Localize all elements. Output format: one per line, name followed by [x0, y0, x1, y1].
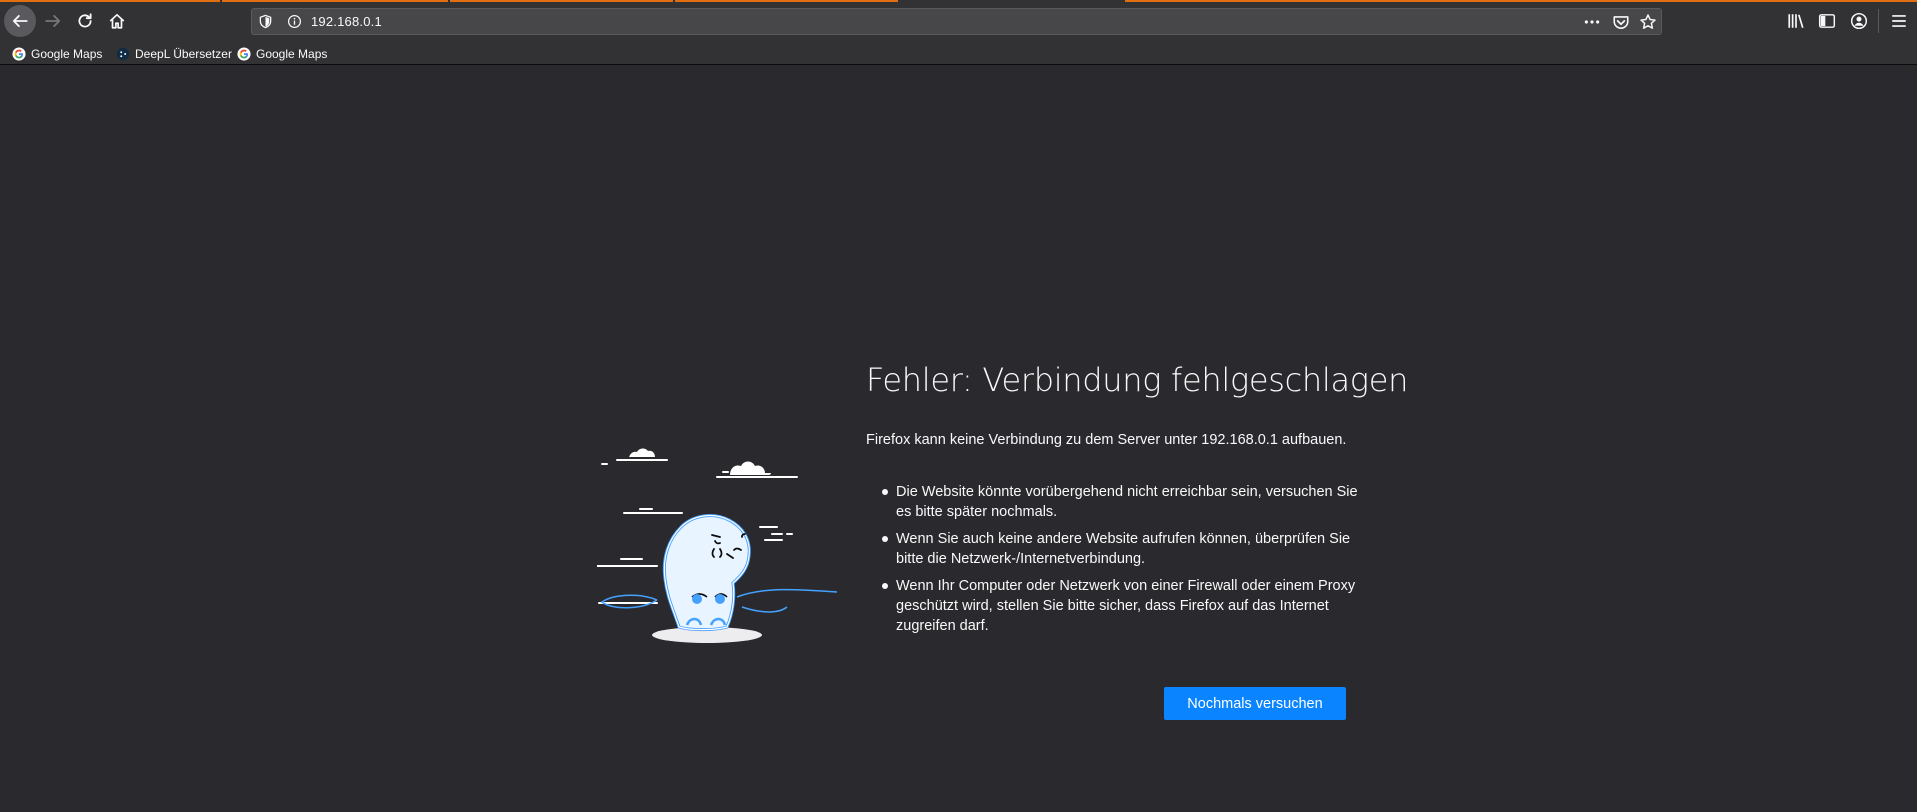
google-icon	[237, 47, 251, 61]
info-icon[interactable]	[287, 14, 302, 29]
tab-indicator	[222, 0, 448, 2]
home-button[interactable]	[101, 5, 133, 37]
hamburger-menu-icon[interactable]	[1890, 12, 1908, 30]
tab-indicator	[450, 0, 673, 2]
dino-character	[662, 514, 751, 632]
more-actions-icon[interactable]	[1583, 13, 1601, 31]
bookmark-label: Google Maps	[256, 47, 328, 61]
url-bar[interactable]: 192.168.0.1	[251, 8, 1662, 35]
reload-button[interactable]	[69, 5, 101, 37]
bookmarks-toolbar: Google Maps DeepL Übersetzer Google Maps	[0, 43, 1917, 65]
pocket-icon[interactable]	[1612, 13, 1630, 31]
list-item: Wenn Sie auch keine andere Website aufru…	[880, 529, 1360, 569]
shield-icon[interactable]	[258, 14, 273, 29]
url-text[interactable]: 192.168.0.1	[311, 14, 382, 29]
forward-button[interactable]	[37, 5, 69, 37]
bookmark-star-icon[interactable]	[1639, 13, 1657, 31]
home-icon	[109, 13, 125, 29]
back-button[interactable]	[4, 5, 36, 37]
bookmark-label: Google Maps	[31, 47, 103, 61]
connection-failure-illustration	[597, 448, 838, 643]
sidebar-icon[interactable]	[1818, 12, 1836, 30]
error-suggestions-list: Die Website könnte vorübergehend nicht e…	[880, 482, 1360, 643]
library-icon[interactable]	[1787, 12, 1805, 30]
google-icon	[12, 47, 26, 61]
page-title: Fehler: Verbindung fehlgeschlagen	[866, 361, 1409, 399]
error-description: Firefox kann keine Verbindung zu dem Ser…	[866, 432, 1347, 448]
forward-arrow-icon	[45, 15, 61, 27]
cloud-illustration	[629, 448, 771, 475]
account-icon[interactable]	[1850, 12, 1868, 30]
navigation-toolbar: 192.168.0.1	[0, 0, 1917, 43]
tab-indicator	[1125, 0, 1917, 2]
back-arrow-icon	[12, 15, 28, 27]
reload-icon	[78, 13, 92, 28]
bookmark-google-maps[interactable]: Google Maps	[237, 45, 327, 63]
retry-button[interactable]: Nochmals versuchen	[1164, 687, 1346, 720]
tab-indicator	[0, 0, 220, 2]
bookmark-deepl[interactable]: DeepL Übersetzer	[116, 45, 232, 63]
list-item: Die Website könnte vorübergehend nicht e…	[880, 482, 1360, 522]
deepl-icon	[116, 47, 130, 61]
tab-indicator	[675, 0, 898, 2]
bookmark-google-maps[interactable]: Google Maps	[12, 45, 102, 63]
toolbar-divider	[1878, 9, 1879, 33]
bookmark-label: DeepL Übersetzer	[135, 47, 232, 61]
list-item: Wenn Ihr Computer oder Netzwerk von eine…	[880, 576, 1360, 636]
